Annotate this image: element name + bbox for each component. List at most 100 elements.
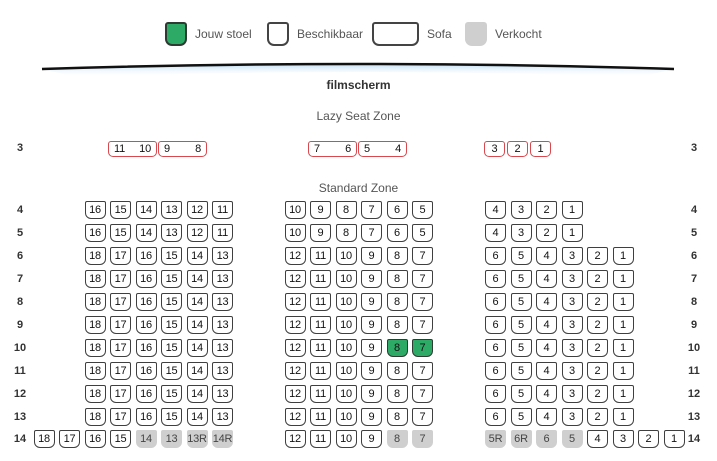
seat[interactable]: 2 — [536, 224, 557, 242]
seat[interactable]: 14 — [186, 247, 208, 265]
seat[interactable]: 2 — [587, 270, 608, 288]
seat[interactable]: 3 — [561, 362, 583, 380]
seat[interactable]: 4 — [536, 362, 557, 380]
seat[interactable]: 17 — [110, 316, 131, 334]
seat[interactable]: 7 — [412, 293, 433, 311]
seat[interactable]: 4 — [536, 408, 557, 426]
seat[interactable]: 5 — [412, 224, 433, 242]
seat[interactable]: 7 — [412, 385, 433, 403]
seat[interactable]: 9 — [310, 201, 331, 219]
seat[interactable]: 7 — [412, 408, 433, 426]
seat[interactable]: 12 — [284, 293, 306, 311]
seat[interactable]: 17 — [110, 408, 131, 426]
seat[interactable]: 2 — [587, 316, 608, 334]
seat[interactable]: 9 — [361, 339, 382, 357]
seat[interactable]: 6 — [485, 385, 506, 403]
seat[interactable]: 15 — [161, 385, 182, 403]
seat[interactable]: 3 — [561, 293, 583, 311]
selected-seat[interactable]: 8 — [386, 339, 408, 357]
seat[interactable]: 8 — [386, 385, 408, 403]
seat[interactable]: 16 — [135, 339, 157, 357]
seat[interactable]: 13 — [212, 270, 233, 288]
seat[interactable]: 14 — [186, 339, 208, 357]
seat[interactable]: 16 — [84, 430, 106, 448]
seat[interactable]: 7 — [412, 270, 433, 288]
seat[interactable]: 17 — [59, 430, 80, 448]
seat[interactable]: 15 — [161, 247, 182, 265]
seat[interactable]: 11 — [310, 362, 331, 380]
seat[interactable]: 13 — [212, 339, 233, 357]
seat[interactable]: 15 — [161, 316, 182, 334]
seat[interactable]: 5 — [412, 201, 433, 219]
seat[interactable]: 1 — [612, 339, 634, 357]
seat[interactable]: 10 — [284, 201, 306, 219]
seat[interactable]: 2 — [587, 339, 608, 357]
seat[interactable]: 8 — [386, 247, 408, 265]
seat[interactable]: 8 — [386, 316, 408, 334]
seat[interactable]: 13 — [212, 247, 233, 265]
seat[interactable]: 12 — [186, 201, 208, 219]
seat[interactable]: 14 — [186, 293, 208, 311]
seat[interactable]: 9 — [361, 408, 382, 426]
seat[interactable]: 17 — [110, 270, 131, 288]
seat[interactable]: 18 — [84, 293, 106, 311]
sofa-seat[interactable]: 3 — [484, 141, 505, 157]
seat[interactable]: 14 — [186, 385, 208, 403]
seat[interactable]: 6 — [386, 201, 408, 219]
seat[interactable]: 15 — [161, 362, 182, 380]
seat[interactable]: 13 — [212, 362, 233, 380]
seat[interactable]: 5 — [510, 293, 532, 311]
seat[interactable]: 13 — [212, 385, 233, 403]
seat[interactable]: 12 — [284, 430, 306, 448]
seat[interactable]: 17 — [110, 339, 131, 357]
seat[interactable]: 5 — [510, 385, 532, 403]
seat[interactable]: 18 — [84, 270, 106, 288]
sofa-seat[interactable]: 54 — [358, 141, 407, 157]
seat[interactable]: 1 — [561, 224, 583, 242]
seat[interactable]: 8 — [386, 270, 408, 288]
seat[interactable]: 7 — [412, 247, 433, 265]
seat[interactable]: 15 — [110, 430, 131, 448]
seat[interactable]: 11 — [310, 293, 331, 311]
seat[interactable]: 10 — [284, 224, 306, 242]
seat[interactable]: 16 — [135, 385, 157, 403]
seat[interactable]: 6 — [485, 408, 506, 426]
seat[interactable]: 15 — [161, 293, 182, 311]
seat[interactable]: 16 — [84, 201, 106, 219]
seat[interactable]: 2 — [587, 385, 608, 403]
seat[interactable]: 8 — [335, 224, 357, 242]
seat[interactable]: 1 — [612, 385, 634, 403]
seat[interactable]: 11 — [212, 201, 233, 219]
seat[interactable]: 14 — [135, 224, 157, 242]
seat[interactable]: 6 — [386, 224, 408, 242]
seat[interactable]: 17 — [110, 362, 131, 380]
seat[interactable]: 12 — [284, 408, 306, 426]
seat[interactable]: 7 — [361, 224, 382, 242]
seat[interactable]: 4 — [536, 385, 557, 403]
seat[interactable]: 12 — [284, 247, 306, 265]
seat[interactable]: 8 — [386, 293, 408, 311]
sofa-seat[interactable]: 1 — [530, 141, 551, 157]
seat[interactable]: 10 — [335, 430, 357, 448]
seat[interactable]: 9 — [361, 293, 382, 311]
seat[interactable]: 13 — [212, 293, 233, 311]
seat[interactable]: 12 — [284, 362, 306, 380]
seat[interactable]: 16 — [135, 316, 157, 334]
seat[interactable]: 9 — [361, 385, 382, 403]
seat[interactable]: 18 — [84, 339, 106, 357]
seat[interactable]: 9 — [361, 430, 382, 448]
seat[interactable]: 3 — [510, 224, 532, 242]
seat[interactable]: 4 — [536, 316, 557, 334]
seat[interactable]: 2 — [638, 430, 659, 448]
seat[interactable]: 9 — [361, 270, 382, 288]
seat[interactable]: 16 — [135, 362, 157, 380]
seat[interactable]: 6 — [485, 362, 506, 380]
seat[interactable]: 18 — [84, 247, 106, 265]
seat[interactable]: 14 — [186, 270, 208, 288]
seat[interactable]: 4 — [536, 270, 557, 288]
seat[interactable]: 1 — [612, 362, 634, 380]
seat[interactable]: 14 — [135, 201, 157, 219]
seat[interactable]: 11 — [212, 224, 233, 242]
seat[interactable]: 2 — [587, 247, 608, 265]
seat[interactable]: 1 — [612, 270, 634, 288]
